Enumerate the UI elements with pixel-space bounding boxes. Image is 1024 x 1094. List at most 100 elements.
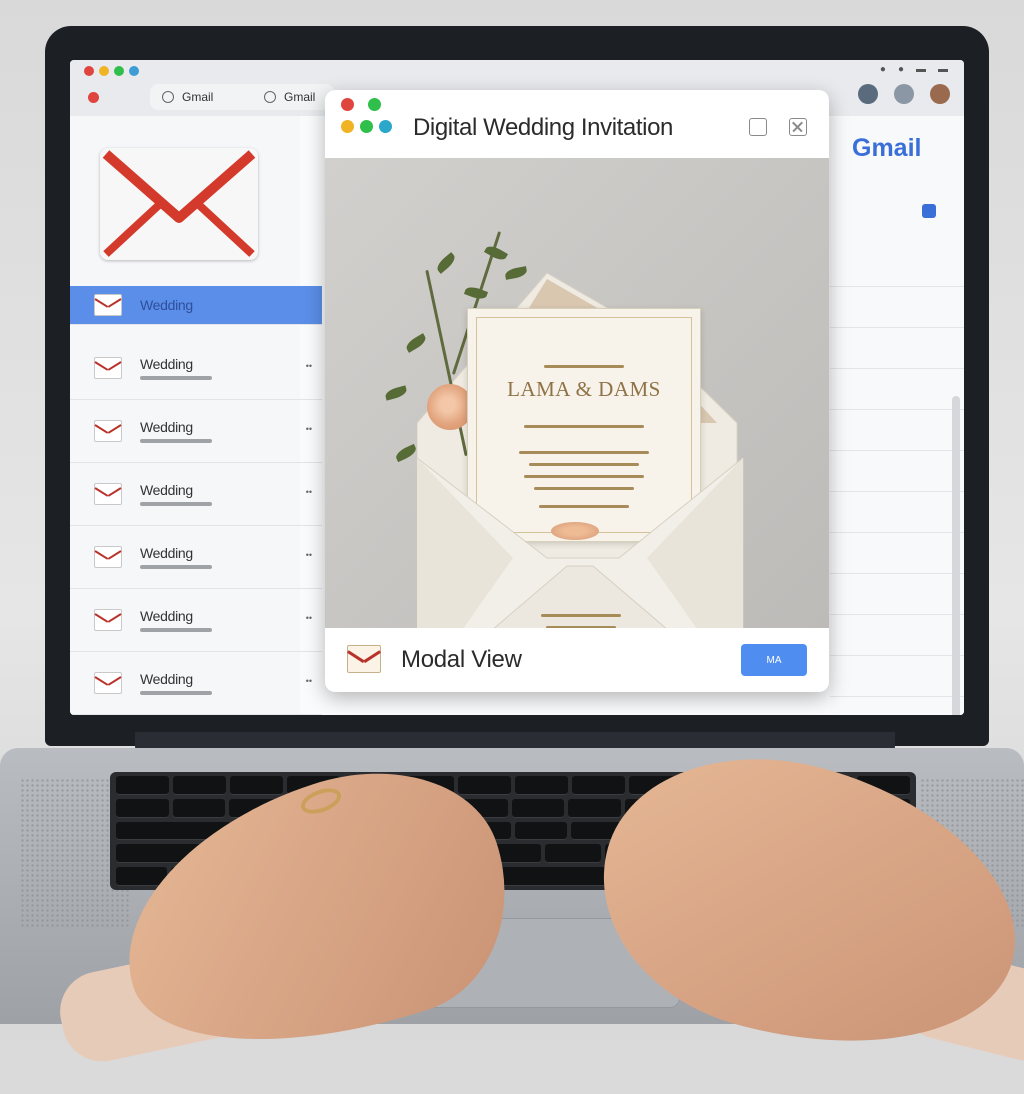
panel-row <box>830 287 964 328</box>
right-panel-lines <box>830 246 964 697</box>
text-line <box>541 614 621 617</box>
envelope-icon <box>94 294 122 316</box>
panel-row <box>830 369 964 410</box>
modal-title: Digital Wedding Invitation <box>413 114 673 141</box>
envelope-icon <box>94 483 122 505</box>
mail-meta: •• <box>305 361 312 371</box>
wifi-icon[interactable]: ● <box>898 64 904 75</box>
modal-close-dot[interactable] <box>341 98 354 111</box>
key[interactable] <box>568 798 621 818</box>
list-item[interactable]: Wedding •• <box>70 463 322 526</box>
system-tray: ● ● ▬ ▬ <box>880 64 948 75</box>
couple-names: LAMA & DAMS <box>507 377 661 401</box>
mail-subject: Wedding <box>140 482 193 498</box>
list-item[interactable]: Wedding •• <box>70 526 322 589</box>
window-close-dot[interactable] <box>84 66 94 76</box>
window-extra-dot[interactable] <box>129 66 139 76</box>
envelope-icon <box>94 609 122 631</box>
modal-window-dots <box>341 98 381 111</box>
list-item[interactable]: Wedding •• <box>70 589 322 652</box>
tab-label: Gmail <box>284 90 316 104</box>
text-line <box>524 425 644 428</box>
mail-snippet <box>140 376 212 380</box>
modal-status-dot[interactable] <box>360 120 373 133</box>
mail-subject: Wedding <box>140 545 193 561</box>
tab-favicon-icon <box>264 91 276 103</box>
gmail-brand-text: Gmail <box>852 134 922 162</box>
gmail-logo-icon <box>100 148 258 260</box>
key[interactable] <box>173 776 226 795</box>
mail-meta: •• <box>305 424 312 434</box>
key[interactable] <box>230 776 283 795</box>
modal-info-dot[interactable] <box>379 120 392 133</box>
key[interactable] <box>172 798 226 818</box>
mail-subject: Wedding <box>140 671 193 687</box>
mail-snippet <box>140 691 212 695</box>
avatar[interactable] <box>930 84 950 104</box>
account-avatars <box>858 84 950 104</box>
mail-meta: •• <box>305 676 312 686</box>
text-line <box>544 365 624 368</box>
list-item[interactable]: Wedding •• <box>70 337 322 400</box>
mail-subject: Wedding <box>140 297 193 313</box>
panel-row <box>830 574 964 615</box>
key[interactable] <box>116 798 169 818</box>
primary-button[interactable]: MA <box>741 644 807 676</box>
modal-minimize-dot[interactable] <box>341 120 354 133</box>
mail-meta: •• <box>305 550 312 560</box>
tab-label: Gmail <box>182 90 214 104</box>
search-icon[interactable]: ● <box>880 64 886 75</box>
leaf <box>434 252 458 274</box>
modal-zoom-dot[interactable] <box>368 98 381 111</box>
battery-icon[interactable]: ▬ <box>916 64 926 75</box>
window-controls <box>84 66 139 76</box>
mail-meta: •• <box>305 613 312 623</box>
modal-header: Digital Wedding Invitation <box>325 90 829 158</box>
key[interactable] <box>545 844 602 864</box>
tab-close-dot[interactable] <box>88 92 99 103</box>
mail-snippet <box>140 628 212 632</box>
text-line <box>519 451 649 454</box>
mail-list: Wedding Wedding •• Wedding •• Wedding ••… <box>70 286 322 715</box>
envelope-icon <box>94 357 122 379</box>
mail-snippet <box>140 439 212 443</box>
panel-row <box>830 410 964 451</box>
list-item[interactable]: Wedding •• <box>70 652 322 715</box>
mail-subject: Wedding <box>140 356 193 372</box>
rose <box>551 522 599 540</box>
list-item[interactable]: Wedding •• <box>70 400 322 463</box>
key[interactable] <box>511 798 565 818</box>
key[interactable] <box>515 776 568 795</box>
key[interactable] <box>458 776 511 795</box>
menu-icon[interactable]: ▬ <box>938 64 948 75</box>
invitation-modal: Digital Wedding Invitation LAMA & DAMS M… <box>325 90 829 692</box>
panel-row <box>830 615 964 656</box>
tab-favicon-icon <box>162 91 174 103</box>
mail-snippet <box>140 565 212 569</box>
scrollbar[interactable] <box>952 396 960 715</box>
minimize-icon[interactable] <box>749 118 767 136</box>
mail-subject: Wedding <box>140 419 193 435</box>
modal-footer: Modal View MA <box>325 628 829 692</box>
key[interactable] <box>514 821 568 841</box>
panel-row <box>830 533 964 574</box>
leaf <box>384 385 408 401</box>
panel-row <box>830 492 964 533</box>
mail-meta: •• <box>305 487 312 497</box>
list-item[interactable]: Wedding <box>70 286 322 325</box>
bookmark-icon[interactable] <box>922 204 936 218</box>
close-icon[interactable] <box>789 118 807 136</box>
panel-row <box>830 656 964 697</box>
envelope-icon <box>94 420 122 442</box>
window-minimize-dot[interactable] <box>99 66 109 76</box>
modal-body: LAMA & DAMS <box>325 158 829 692</box>
window-zoom-dot[interactable] <box>114 66 124 76</box>
footer-label: Modal View <box>401 646 522 673</box>
right-panel: Gmail <box>830 116 964 715</box>
panel-row <box>830 451 964 492</box>
avatar[interactable] <box>858 84 878 104</box>
envelope-icon <box>94 672 122 694</box>
key[interactable] <box>572 776 625 795</box>
avatar[interactable] <box>894 84 914 104</box>
key[interactable] <box>116 776 169 795</box>
